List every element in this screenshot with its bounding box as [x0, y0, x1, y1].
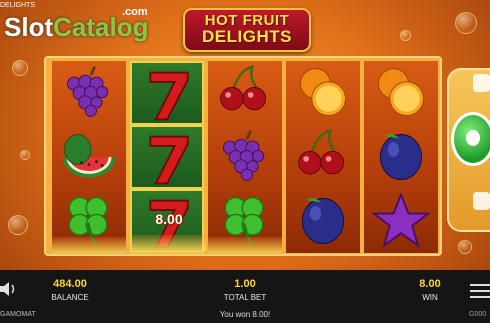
symbol-seven-winning: 8.00	[130, 189, 206, 253]
watermark-slot: Slot	[4, 12, 54, 42]
bubble-decoration	[8, 215, 28, 235]
reel-area: 8.00	[44, 56, 442, 256]
menu-icon[interactable]	[470, 280, 490, 298]
version-label: G000	[469, 311, 487, 318]
reel-1	[52, 61, 126, 253]
symbol-orange	[286, 61, 360, 125]
win-message: You won 8.00!	[219, 310, 271, 319]
game-logo: HOT FRUIT DELIGHTS	[183, 8, 311, 52]
balance-value: 484.00	[53, 278, 87, 290]
fire-effect	[52, 237, 126, 253]
bubble-decoration	[455, 12, 477, 34]
logo-line2: DELIGHTS	[202, 27, 292, 46]
symbol-clover	[208, 189, 282, 253]
watermark-com: .com	[122, 6, 148, 18]
balance-label: BALANCE	[51, 293, 89, 302]
reel-4	[286, 61, 360, 253]
win-value: 8.00	[419, 278, 441, 290]
bet-value: 1.00	[234, 278, 256, 290]
bet-label: TOTAL BET	[223, 293, 267, 302]
win-display: 8.00 WIN	[405, 278, 455, 302]
game-title-small: DELIGHTS	[0, 2, 36, 9]
symbol-grape	[52, 61, 126, 125]
win-label: WIN	[422, 293, 438, 302]
symbol-star	[364, 189, 438, 253]
symbol-plum	[364, 125, 438, 189]
bubble-decoration	[20, 150, 30, 160]
symbol-clover	[52, 189, 126, 253]
reel-5	[364, 61, 438, 253]
balance-display: 484.00 BALANCE	[40, 278, 100, 302]
provider-brand: GAMOMAT	[0, 311, 36, 318]
symbol-seven	[130, 125, 204, 189]
spin-button[interactable]	[451, 112, 490, 166]
spin-icon	[466, 130, 480, 146]
total-bet-display[interactable]: 1.00 TOTAL BET	[210, 278, 280, 302]
speaker-icon[interactable]	[0, 279, 16, 299]
bubble-decoration	[400, 30, 411, 41]
gamble-button[interactable]	[473, 192, 490, 210]
symbol-cherry	[208, 61, 282, 125]
fire-effect	[132, 235, 206, 251]
symbol-grape	[208, 125, 282, 189]
symbol-plum	[286, 189, 360, 253]
bubble-decoration	[458, 240, 472, 254]
bubble-decoration	[12, 60, 28, 76]
win-amount-overlay: 8.00	[155, 211, 183, 227]
reel-2: 8.00	[130, 61, 206, 253]
autoplay-button[interactable]	[473, 74, 490, 92]
symbol-cherry	[286, 125, 360, 189]
symbol-watermelon	[52, 125, 126, 189]
fire-effect	[208, 237, 282, 253]
symbol-seven	[130, 61, 204, 125]
reel-3	[208, 61, 282, 253]
symbol-orange	[364, 61, 438, 125]
